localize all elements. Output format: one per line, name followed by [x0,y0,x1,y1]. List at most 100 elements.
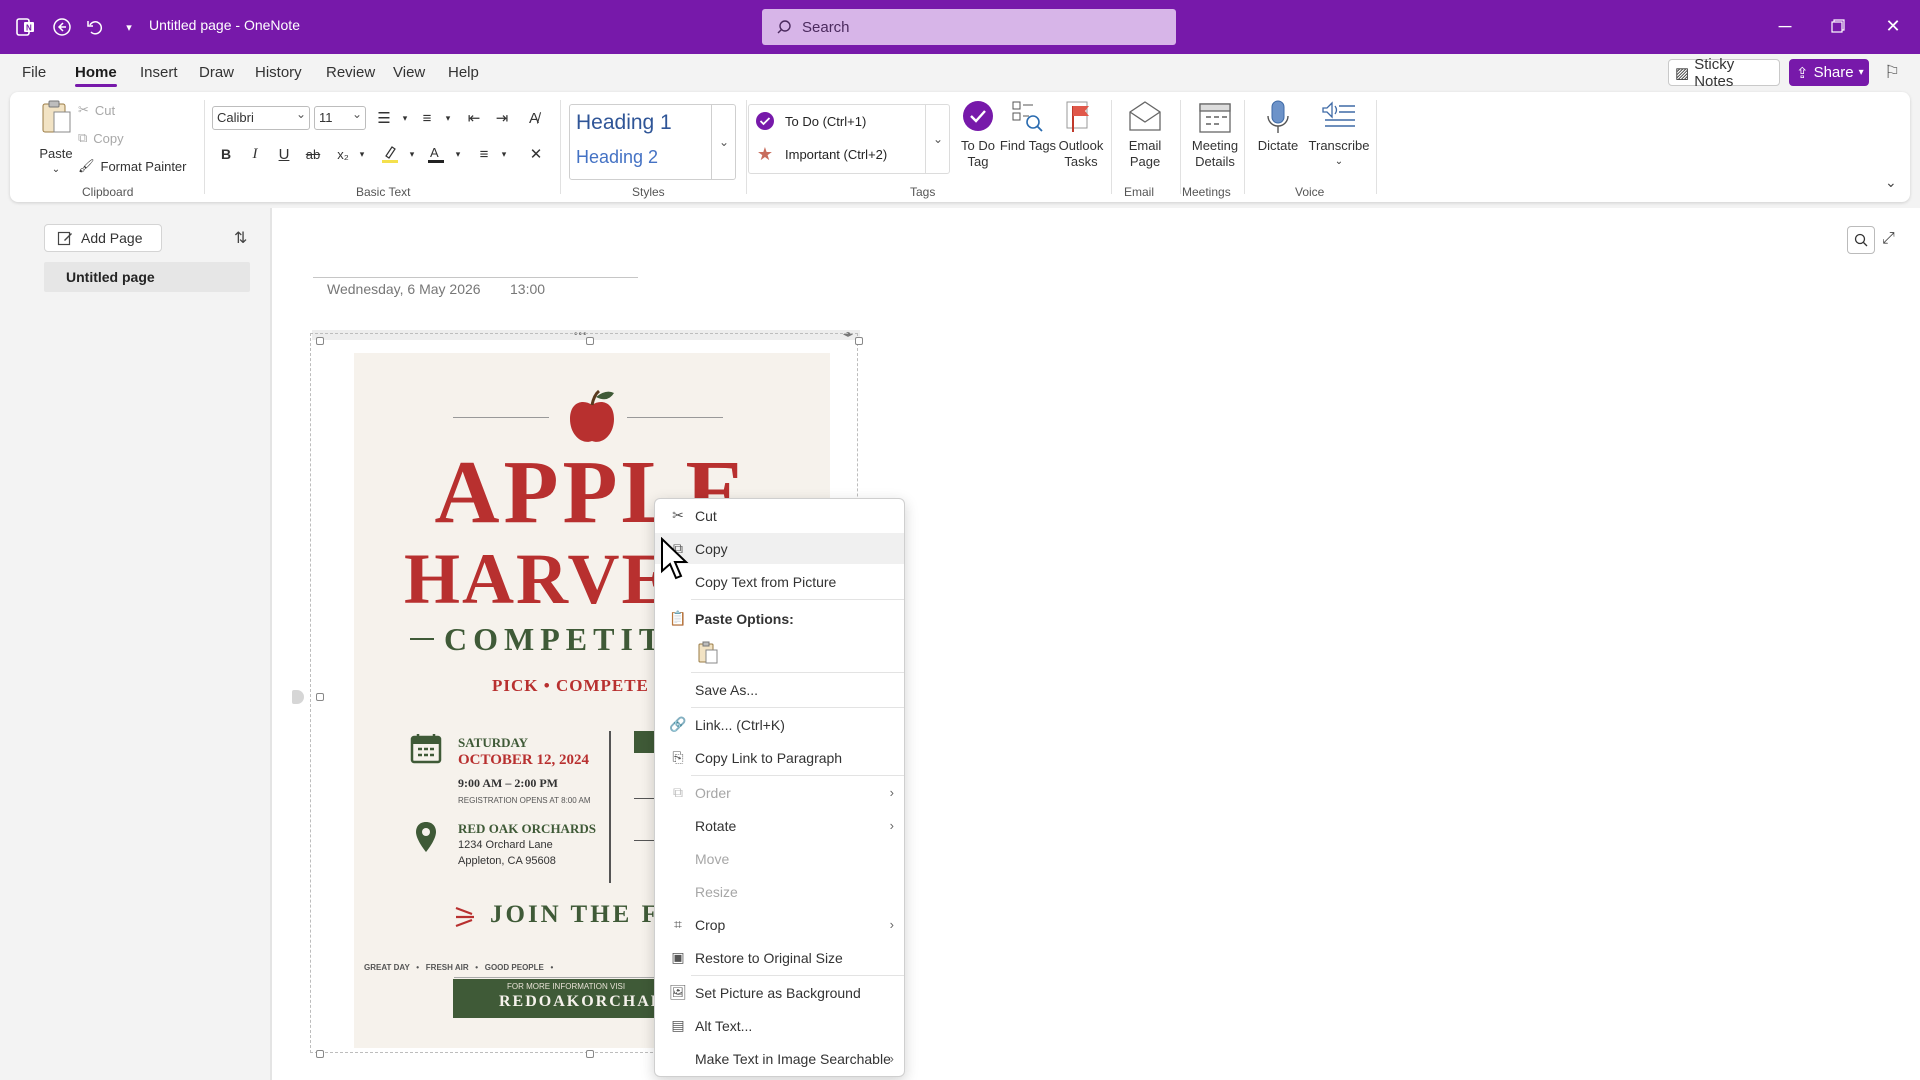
find-tags-icon [1012,101,1043,132]
flag-icon [1066,101,1089,132]
font-size-select[interactable]: 11 [314,106,366,130]
chevron-down-icon[interactable]: ▾ [492,142,516,166]
page-date: Wednesday, 6 May 2026 [327,281,481,297]
menu-item-crop[interactable]: ⌗ Crop › [655,909,904,940]
menu-item-make-text-searchable[interactable]: Make Text in Image Searchable › [655,1043,904,1074]
copy-button[interactable]: ⧉ Copy [78,130,124,146]
highlight-icon[interactable] [378,142,402,166]
search-input[interactable]: Search [762,9,1176,45]
group-label-email: Email [1124,185,1155,199]
page-list-item[interactable]: Untitled page [44,262,250,292]
tags-gallery: To Do (Ctrl+1) ★ Important (Ctrl+2) ⌄ [748,104,950,174]
chevron-down-icon[interactable]: ▾ [393,106,417,130]
resize-handle[interactable] [316,1050,324,1058]
cut-button[interactable]: ✂ Cut [78,102,115,118]
expand-icon[interactable]: ⤢ [1882,230,1895,248]
menu-item-save-as[interactable]: Save As... [655,674,904,705]
tab-view[interactable]: View [393,64,425,81]
clipboard-icon: 📋 [669,610,687,626]
increase-indent-icon[interactable]: ⇥ [490,106,514,130]
chevron-down-icon: ▾ [1858,67,1864,78]
search-icon [777,20,791,34]
todo-tag-button[interactable]: To Do Tag [953,100,1003,180]
tab-home[interactable]: Home [75,64,117,87]
meeting-details-button[interactable]: Meeting Details [1184,100,1246,180]
menu-item-restore-original-size[interactable]: ▣ Restore to Original Size [655,942,904,973]
undo-icon[interactable] [82,14,108,40]
menu-item-rotate[interactable]: Rotate › [655,810,904,841]
quick-access-dropdown-icon[interactable]: ▾ [116,14,142,40]
italic-icon[interactable]: I [243,142,267,166]
tag-important[interactable]: ★ Important (Ctrl+2) [755,144,887,165]
tags-more-icon[interactable]: ⌄ [925,105,950,173]
close-icon[interactable]: ✕ [1873,12,1913,40]
poster-address-line-2: Appleton, CA 95608 [458,855,556,867]
menu-item-alt-text[interactable]: ▤ Alt Text... [655,1010,904,1041]
document-title: Untitled page - OneNote [149,17,300,33]
paste-icon [42,100,71,133]
microphone-icon [1267,100,1289,133]
bold-icon[interactable]: B [214,142,238,166]
email-page-button[interactable]: Email Page [1118,100,1172,180]
sticky-notes-button[interactable]: ▨ Sticky Notes [1668,56,1780,90]
clear-formatting-icon[interactable]: A̸ [522,106,546,130]
menu-separator [691,672,904,673]
dictate-button[interactable]: Dictate [1252,100,1304,180]
tab-insert[interactable]: Insert [140,64,178,81]
resize-handle[interactable] [586,337,594,345]
menu-item-cut[interactable]: ✂ Cut [655,500,904,531]
restore-icon[interactable] [1818,12,1858,40]
underline-icon[interactable]: U [272,142,296,166]
group-label-meetings: Meetings [1182,185,1231,199]
menu-item-resize[interactable]: Resize [655,876,904,907]
divider [560,100,561,194]
menu-item-copy-text-from-picture[interactable]: Copy Text from Picture [655,566,904,597]
menu-item-set-picture-as-background[interactable]: 🖼 Set Picture as Background [655,977,904,1008]
tab-help[interactable]: Help [448,64,479,81]
divider [634,798,654,799]
outlook-tasks-button[interactable]: Outlook Tasks [1053,100,1109,180]
strikethrough-icon[interactable]: ab [301,142,325,166]
minimize-icon[interactable]: ─ [1765,12,1805,40]
share-button[interactable]: ⇪ Share ▾ [1789,59,1869,86]
menu-item-link[interactable]: 🔗 Link... (Ctrl+K) [655,709,904,740]
style-heading-1[interactable]: Heading 1 [576,111,672,135]
tab-history[interactable]: History [255,64,302,81]
mouse-cursor-icon [661,537,689,580]
decrease-indent-icon[interactable]: ⇤ [462,106,486,130]
font-color-icon[interactable]: A [424,142,448,166]
paste-button[interactable]: Paste ⌄ [28,100,84,180]
feedback-icon[interactable]: ⚐ [1884,62,1900,83]
resize-handle[interactable] [316,693,324,701]
chevron-down-icon[interactable]: ▾ [400,142,424,166]
tab-review[interactable]: Review [326,64,375,81]
chevron-down-icon[interactable]: ▾ [436,106,460,130]
menu-separator [691,775,904,776]
sort-pages-icon[interactable]: ⇅ [234,228,247,248]
styles-more-icon[interactable]: ⌄ [711,105,736,179]
format-painter-button[interactable]: 🖌 Format Painter [78,158,187,174]
resize-handle[interactable] [586,1050,594,1058]
transcribe-button[interactable]: Transcribe ⌄ [1306,100,1372,180]
paste-keep-formatting-button[interactable] [694,639,722,667]
add-page-button[interactable]: Add Page [44,224,162,252]
zoom-search-button[interactable] [1847,226,1875,254]
clear-icon[interactable]: ✕ [524,142,548,166]
tag-todo[interactable]: To Do (Ctrl+1) [755,111,866,131]
menu-item-copy[interactable]: ⧉ Copy [655,533,904,564]
find-tags-button[interactable]: Find Tags [1000,100,1056,180]
resize-handle[interactable] [855,337,863,345]
ribbon: Paste ⌄ ✂ Cut ⧉ Copy 🖌 Format Painter Clipb… [10,92,1910,202]
tab-draw[interactable]: Draw [199,64,234,81]
chevron-down-icon[interactable]: ▾ [446,142,470,166]
collapse-ribbon-icon[interactable]: ⌄ [1885,174,1897,191]
style-heading-2[interactable]: Heading 2 [576,147,658,168]
menu-item-order[interactable]: ⧉ Order › [655,777,904,808]
back-icon[interactable] [49,14,75,40]
menu-item-copy-link-to-paragraph[interactable]: ⎘ Copy Link to Paragraph [655,742,904,773]
chevron-down-icon[interactable]: ▾ [350,142,374,166]
resize-handle[interactable] [316,337,324,345]
tab-file[interactable]: File [22,64,46,81]
menu-item-move[interactable]: Move [655,843,904,874]
font-select[interactable]: Calibri [212,106,310,130]
